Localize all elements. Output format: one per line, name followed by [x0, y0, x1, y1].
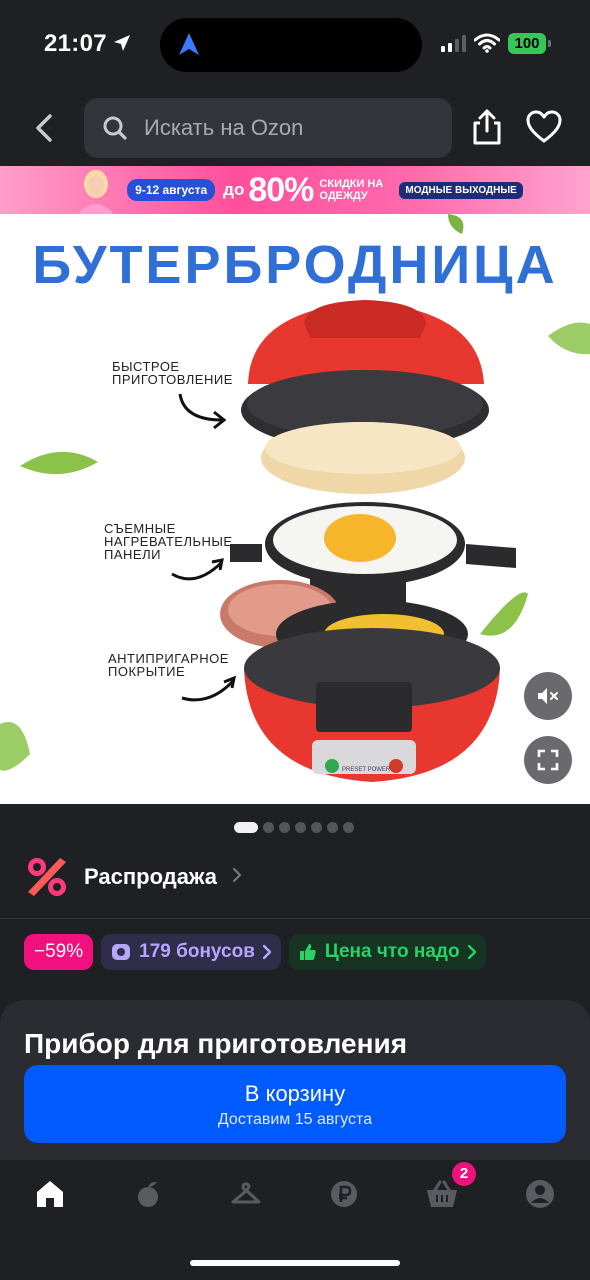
fullscreen-button[interactable]	[524, 736, 572, 784]
pagination-dot[interactable]	[311, 822, 322, 833]
good-price-badge[interactable]: Цена что надо	[288, 934, 486, 970]
profile-icon	[526, 1180, 554, 1208]
sale-label: Распродажа	[84, 864, 218, 889]
location-arrow-icon	[114, 35, 130, 51]
badges-row: −59% 179 бонусов Цена что надо	[24, 934, 486, 970]
banner-discount-text: СКИДКИ НА ОДЕЖДУ	[319, 178, 384, 202]
feature-label-nonstick: АНТИПРИГАРНОЕ ПОКРЫТИЕ	[108, 651, 229, 679]
status-bar: 21:07 100	[0, 0, 590, 88]
gallery-pagination[interactable]	[234, 822, 354, 833]
pagination-dot[interactable]	[295, 822, 306, 833]
bonus-coin-icon	[112, 944, 131, 960]
feature-label-panels: СЪЕМНЫЕ НАГРЕВАТЕЛЬНЫЕ ПАНЕЛИ	[104, 521, 233, 562]
tab-home[interactable]	[32, 1176, 68, 1212]
device-panel-text: PRESET POWER	[342, 767, 391, 773]
pagination-dot[interactable]	[343, 822, 354, 833]
feature-label-fast: БЫСТРОЕ ПРИГОТОВЛЕНИЕ	[112, 359, 233, 387]
back-arrow-icon[interactable]	[30, 112, 58, 144]
pagination-dot[interactable]	[327, 822, 338, 833]
top-header: Искать на Ozon	[0, 88, 590, 166]
status-time: 21:07	[44, 30, 107, 57]
banner-up-to: до	[223, 180, 245, 199]
bonus-badge-label: 179 бонусов	[139, 941, 255, 962]
pagination-dot[interactable]	[263, 822, 274, 833]
navigation-icon	[179, 33, 199, 55]
product-title: Прибор для приготовления	[24, 1028, 408, 1059]
mute-button[interactable]	[524, 672, 572, 720]
add-to-cart-button[interactable]: В корзину Доставим 15 августа	[24, 1065, 566, 1143]
search-icon	[103, 116, 127, 140]
promo-banner[interactable]: 9-12 августа до 80% СКИДКИ НА ОДЕЖДУ МОД…	[0, 166, 590, 214]
add-to-cart-label: В корзину	[244, 1081, 346, 1106]
sale-link[interactable]: Распродажа	[0, 840, 590, 918]
good-price-label: Цена что надо	[324, 941, 460, 962]
delivery-date: Доставим 15 августа	[217, 1111, 373, 1128]
battery-tip	[548, 40, 551, 47]
tab-fashion[interactable]	[228, 1176, 264, 1212]
cart-count-badge: 2	[452, 1162, 476, 1186]
speaker-muted-icon	[538, 688, 558, 704]
product-illustration: PRESET POWER	[0, 214, 590, 782]
favorite-heart-icon[interactable]	[526, 110, 562, 144]
chevron-right-icon	[233, 868, 242, 882]
thumbs-up-icon	[299, 944, 316, 960]
banner-percent: 80%	[248, 170, 314, 209]
chevron-right-icon	[467, 945, 476, 959]
discount-badge-label: −59%	[34, 941, 84, 962]
product-image-gallery[interactable]: БУТЕРБРОДНИЦА PRESET POWER БЫСТРОЕ ПРИГО…	[0, 214, 590, 804]
fullscreen-icon	[537, 749, 559, 771]
bonus-badge[interactable]: 179 бонусов	[101, 934, 281, 970]
discount-badge: −59%	[24, 934, 94, 970]
banner-fashion-pill: МОДНЫЕ ВЫХОДНЫЕ	[399, 181, 523, 199]
wifi-icon	[474, 33, 500, 53]
cellular-signal-icon	[441, 34, 466, 52]
tab-fresh[interactable]	[130, 1176, 166, 1212]
share-icon[interactable]	[470, 108, 504, 146]
home-indicator	[190, 1260, 400, 1266]
hanger-icon	[231, 1182, 261, 1204]
home-icon	[37, 1181, 63, 1207]
tab-finance[interactable]	[326, 1176, 362, 1212]
chevron-right-icon	[262, 945, 271, 959]
battery-level: 100	[508, 33, 546, 54]
pagination-dot[interactable]	[279, 822, 290, 833]
basket-icon	[427, 1180, 457, 1207]
ruble-icon	[331, 1181, 357, 1207]
fruit-icon	[138, 1181, 158, 1207]
search-placeholder: Искать на Ozon	[144, 115, 304, 140]
dynamic-island	[160, 18, 422, 72]
percent-sale-icon	[28, 858, 66, 896]
search-input[interactable]: Искать на Ozon	[84, 98, 452, 158]
tab-profile[interactable]	[522, 1176, 558, 1212]
banner-model-image	[78, 170, 114, 214]
banner-dates: 9-12 августа	[127, 179, 216, 201]
pagination-dot-active[interactable]	[234, 822, 258, 833]
section-divider	[0, 918, 590, 919]
